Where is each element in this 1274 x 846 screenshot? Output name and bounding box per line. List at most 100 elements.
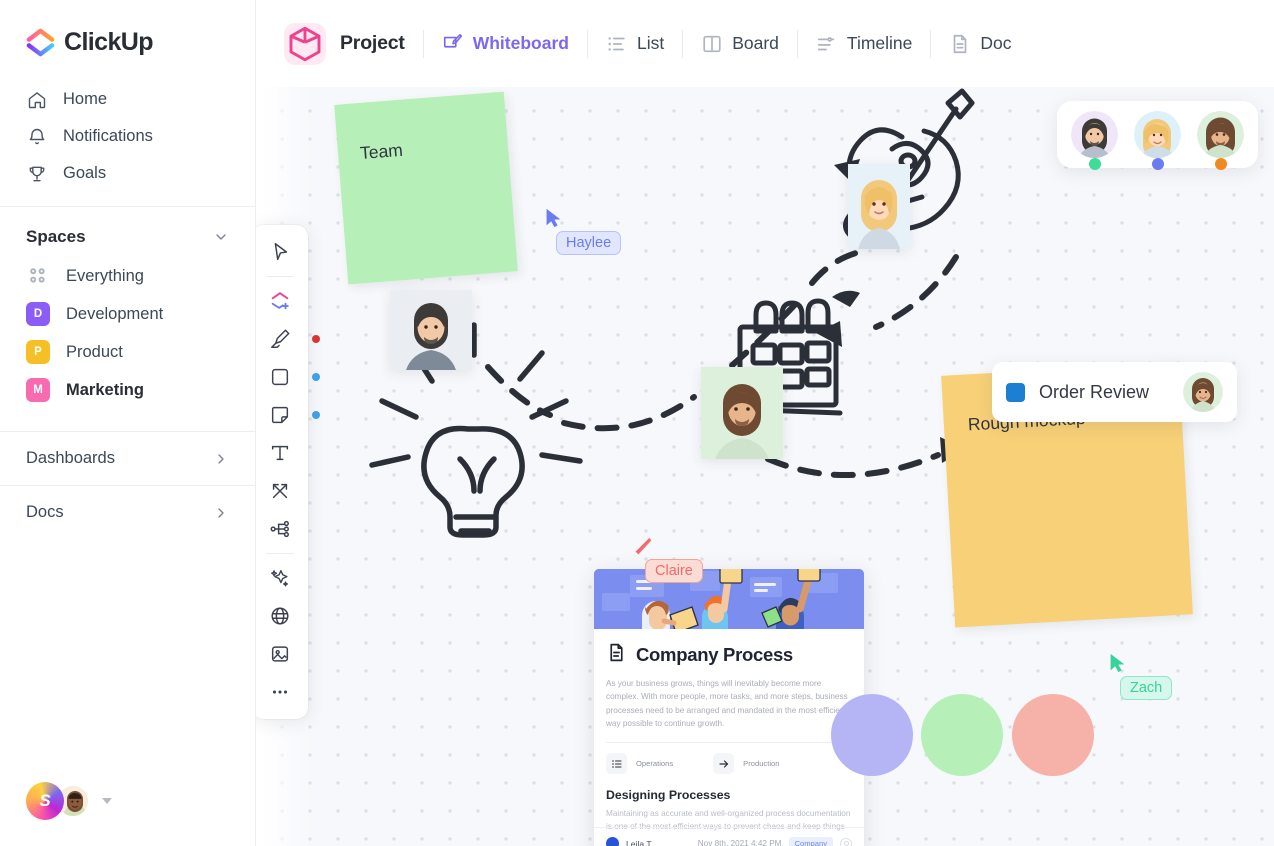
collaborators-panel [1057, 101, 1258, 170]
user-menu-chevron-icon[interactable] [102, 798, 112, 804]
spaces-header[interactable]: Spaces [0, 207, 255, 257]
sidebar-footer: S [0, 782, 255, 846]
circle-green[interactable] [921, 694, 1003, 776]
collaborator-3[interactable] [1197, 111, 1244, 170]
tab-label: List [636, 33, 665, 53]
shape-color-indicator [312, 373, 320, 381]
spaces-title: Spaces [26, 227, 86, 246]
avatar [1134, 111, 1181, 158]
palette-divider [266, 553, 294, 554]
sidebar-item-notifications[interactable]: Notifications [14, 118, 241, 155]
canvas-photo-user-3[interactable] [701, 367, 783, 459]
document-icon [606, 642, 627, 668]
sidebar-item-docs[interactable]: Docs [0, 485, 255, 539]
whiteboard-canvas[interactable]: Team Rough mockup [256, 87, 1274, 846]
cube-icon [284, 22, 326, 65]
pencil-cursor-icon [633, 537, 652, 557]
globe-icon [271, 607, 289, 625]
doc-card-company-process[interactable]: Company Process As your business grows, … [594, 569, 864, 846]
visibility-icon[interactable] [840, 837, 852, 846]
workspace-avatar[interactable]: S [26, 782, 64, 820]
doc-card-footer: Leila T. Nov 8th, 2021 4:42 PM Company [594, 827, 864, 846]
space-avatar: P [26, 340, 50, 364]
tab-board[interactable]: Board [701, 33, 779, 55]
arrow-right-icon [713, 753, 735, 775]
connector-tool[interactable] [256, 472, 308, 510]
tool-palette [256, 225, 320, 719]
status-dot [1088, 158, 1101, 170]
board-icon [701, 33, 723, 55]
status-dot [1151, 158, 1164, 170]
clickup-logo-icon [26, 28, 55, 57]
sidebar-item-goals[interactable]: Goals [14, 155, 241, 192]
chevron-right-icon [213, 451, 229, 467]
space-avatar: D [26, 302, 50, 326]
cursor-zach: Zach [1106, 650, 1173, 700]
mindmap-tool[interactable] [256, 510, 308, 548]
whiteboard-icon [442, 33, 464, 55]
sidebar-item-development[interactable]: D Development [14, 295, 241, 333]
trophy-icon [26, 163, 47, 184]
sticky-note-tool[interactable] [256, 396, 320, 434]
topbar-divider [796, 29, 798, 58]
section-label: Docs [26, 503, 64, 521]
tab-label: Timeline [846, 33, 913, 53]
circle-purple[interactable] [831, 694, 913, 776]
collaborator-2[interactable] [1134, 111, 1181, 170]
sticky-note-team[interactable]: Team [334, 91, 518, 285]
select-cursor-tool[interactable] [256, 233, 308, 271]
collaborator-1[interactable] [1071, 111, 1118, 170]
sidebar-item-dashboards[interactable]: Dashboards [0, 431, 255, 485]
sidebar: ClickUp Home Notifications Goals Spaces … [0, 0, 256, 846]
clickup-logo[interactable]: ClickUp [0, 0, 255, 57]
timeline-icon [816, 33, 838, 55]
primary-nav: Home Notifications Goals [0, 81, 255, 192]
clickup-add-tool[interactable] [256, 282, 308, 320]
sidebar-item-marketing[interactable]: M Marketing [14, 371, 241, 409]
sidebar-item-product[interactable]: P Product [14, 333, 241, 371]
tab-list[interactable]: List [606, 33, 664, 55]
cursor-icon [1110, 653, 1125, 673]
order-review-title: Order Review [1039, 381, 1150, 402]
space-initial: D [33, 308, 43, 320]
author-avatar [606, 837, 619, 846]
sidebar-item-everything[interactable]: Everything [14, 257, 241, 295]
more-tools[interactable] [256, 673, 308, 711]
text-tool[interactable] [256, 434, 308, 472]
status-dot [1214, 158, 1227, 170]
tab-doc[interactable]: Doc [949, 33, 1012, 55]
pen-tool[interactable] [256, 320, 320, 358]
topbar-divider [422, 29, 424, 58]
text-t-icon [271, 445, 289, 461]
sticky-color-indicator [312, 411, 320, 419]
sidebar-item-home[interactable]: Home [14, 81, 241, 118]
image-tool[interactable] [256, 635, 308, 673]
space-label: Marketing [66, 380, 144, 399]
tab-whiteboard[interactable]: Whiteboard [442, 33, 569, 55]
tab-timeline[interactable]: Timeline [816, 33, 912, 55]
ai-sparkle-tool[interactable] [256, 559, 308, 597]
home-icon [26, 89, 47, 110]
doc-card-paragraph: As your business grows, things will inev… [606, 679, 848, 728]
sidebar-item-label: Notifications [63, 127, 153, 145]
order-review-card[interactable]: Order Review [992, 362, 1237, 422]
doc-chip-operations[interactable]: Operations [606, 753, 673, 775]
doc-card-tag[interactable]: Company [788, 836, 833, 846]
chevron-down-icon[interactable] [213, 229, 229, 245]
clickup-whiteboard-app: ClickUp Home Notifications Goals Spaces … [0, 0, 1274, 846]
doc-card-title-row: Company Process [606, 642, 852, 668]
status-checkbox[interactable] [1006, 382, 1025, 402]
canvas-photo-user-2[interactable] [390, 290, 472, 370]
cursor-icon [274, 243, 288, 261]
doc-chip-label: Production [743, 759, 780, 769]
space-initial: P [34, 346, 42, 358]
doc-chip-production[interactable]: Production [713, 753, 780, 775]
circle-salmon[interactable] [1012, 694, 1094, 776]
embed-globe-tool[interactable] [256, 597, 308, 635]
shape-rectangle-tool[interactable] [256, 358, 320, 396]
sparkle-icon [271, 569, 289, 587]
space-initial: M [33, 384, 43, 396]
canvas-photo-haylee[interactable] [848, 164, 910, 249]
assignee-avatar[interactable] [1183, 372, 1223, 412]
avatar [1071, 111, 1118, 158]
